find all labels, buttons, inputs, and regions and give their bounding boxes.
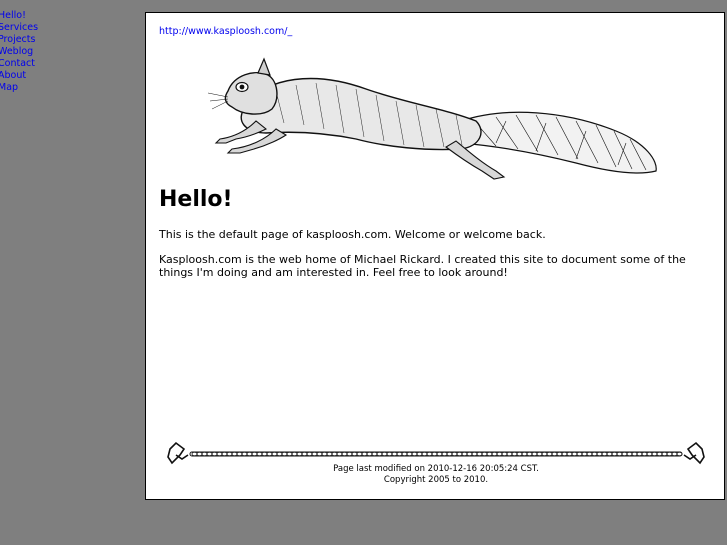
nav-link-services[interactable]: Services — [0, 22, 78, 34]
left-navigation: Hello! Services Projects Weblog Contact … — [0, 10, 78, 94]
nav-link-about[interactable]: About — [0, 70, 78, 82]
nav-link-weblog[interactable]: Weblog — [0, 46, 78, 58]
page-footer: Page last modified on 2010-12-16 20:05:2… — [146, 464, 726, 486]
intro-paragraph: This is the default page of kasploosh.co… — [159, 228, 546, 241]
main-content-panel: http://www.kasploosh.com/_ Hello! This i… — [145, 12, 725, 500]
squirrel-illustration — [207, 57, 657, 180]
nav-link-hello[interactable]: Hello! — [0, 10, 78, 22]
last-modified-text: Page last modified on 2010-12-16 20:05:2… — [333, 464, 539, 474]
page-title: Hello! — [159, 187, 233, 212]
site-url-link[interactable]: http://www.kasploosh.com/_ — [159, 26, 292, 37]
nav-link-projects[interactable]: Projects — [0, 34, 78, 46]
nav-link-map[interactable]: Map — [0, 82, 78, 94]
nav-link-contact[interactable]: Contact — [0, 58, 78, 70]
about-paragraph: Kasploosh.com is the web home of Michael… — [159, 253, 686, 279]
copyright-text: Copyright 2005 to 2010. — [383, 475, 489, 485]
